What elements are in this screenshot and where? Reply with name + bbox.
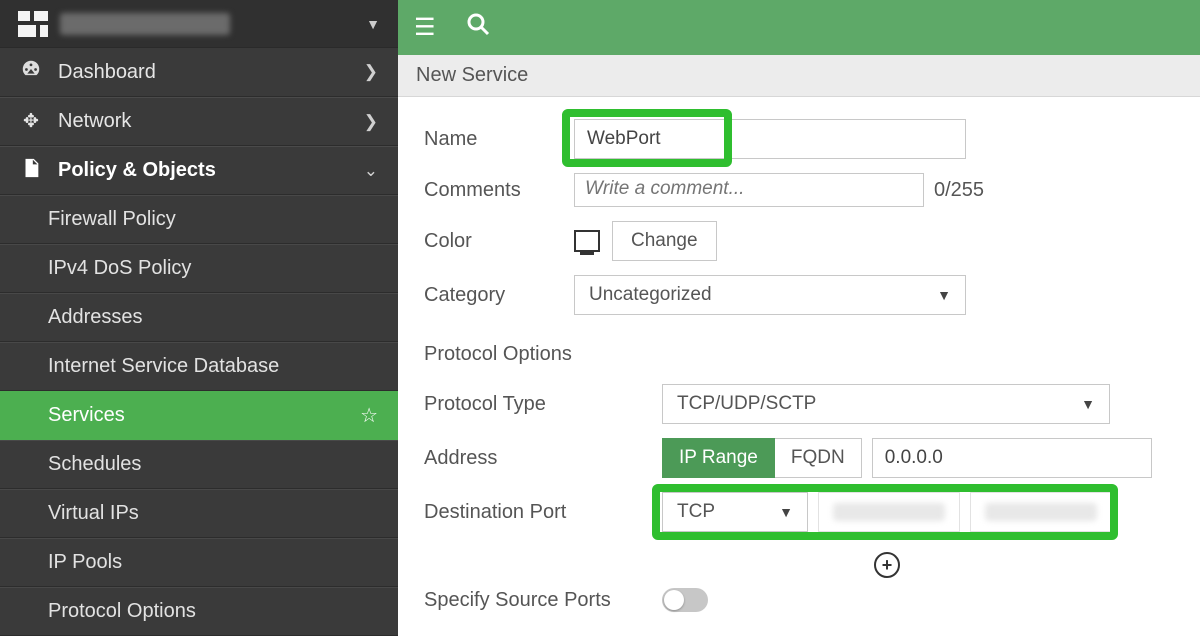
specify-source-label: Specify Source Ports — [424, 589, 662, 612]
sidebar: ▼ Dashboard ❯ ✥ Network ❯ Policy & Objec… — [0, 0, 398, 636]
move-icon: ✥ — [18, 110, 44, 133]
category-label: Category — [424, 284, 574, 307]
chevron-down-icon: ▼ — [1081, 396, 1095, 412]
topbar: ☰ — [398, 0, 1200, 55]
name-input[interactable] — [574, 119, 966, 159]
sidebar-item-label: Virtual IPs — [48, 502, 139, 525]
nav-dashboard[interactable]: Dashboard ❯ — [0, 48, 398, 97]
toggle-fqdn[interactable]: FQDN — [775, 438, 862, 478]
sidebar-item-label: IP Pools — [48, 551, 122, 574]
category-select[interactable]: Uncategorized ▼ — [574, 275, 966, 315]
chevron-right-icon: ❯ — [364, 112, 378, 132]
sidebar-item-services[interactable]: Services ☆ — [0, 391, 398, 440]
sidebar-item-virtual-ips[interactable]: Virtual IPs — [0, 489, 398, 538]
color-swatch-icon — [574, 230, 600, 252]
chevron-down-icon[interactable]: ▼ — [366, 16, 380, 32]
address-toggle: IP Range FQDN — [662, 438, 862, 478]
port-high-input[interactable] — [970, 492, 1112, 532]
main: ☰ New Service Name Comments 0/255 Color … — [398, 0, 1200, 636]
menu-icon[interactable]: ☰ — [414, 13, 436, 42]
protocol-section-title: Protocol Options — [424, 343, 1178, 366]
sidebar-item-label: Services — [48, 404, 125, 427]
page-title: New Service — [398, 55, 1200, 97]
hostname-blurred — [60, 13, 230, 35]
gauge-icon — [18, 58, 44, 86]
document-icon — [18, 157, 44, 185]
search-icon[interactable] — [466, 12, 490, 43]
sidebar-item-firewall-policy[interactable]: Firewall Policy — [0, 195, 398, 244]
nav-label: Network — [58, 110, 350, 133]
star-icon[interactable]: ☆ — [360, 403, 378, 428]
sidebar-item-ipv4-dos[interactable]: IPv4 DoS Policy — [0, 244, 398, 293]
nav-network[interactable]: ✥ Network ❯ — [0, 97, 398, 146]
destination-port-label: Destination Port — [424, 501, 662, 524]
toggle-ip-range[interactable]: IP Range — [662, 438, 775, 478]
change-color-button[interactable]: Change — [612, 221, 717, 261]
chevron-right-icon: ❯ — [364, 62, 378, 82]
ip-input[interactable] — [872, 438, 1152, 478]
sidebar-item-label: Protocol Options — [48, 600, 196, 623]
sidebar-nav: Dashboard ❯ ✥ Network ❯ Policy & Objects… — [0, 48, 398, 636]
chevron-down-icon: ⌄ — [364, 161, 378, 181]
sidebar-item-label: Addresses — [48, 306, 143, 329]
chevron-down-icon: ▼ — [779, 504, 793, 520]
sidebar-item-addresses[interactable]: Addresses — [0, 293, 398, 342]
protocol-type-select[interactable]: TCP/UDP/SCTP ▼ — [662, 384, 1110, 424]
color-label: Color — [424, 230, 574, 253]
nav-label: Dashboard — [58, 61, 350, 84]
port-low-input[interactable] — [818, 492, 960, 532]
sidebar-item-label: Schedules — [48, 453, 141, 476]
sidebar-item-ip-pools[interactable]: IP Pools — [0, 538, 398, 587]
destination-proto-value: TCP — [677, 501, 715, 523]
sidebar-item-protocol-options[interactable]: Protocol Options — [0, 587, 398, 636]
comments-input[interactable] — [574, 173, 924, 207]
name-label: Name — [424, 128, 574, 151]
protocol-type-value: TCP/UDP/SCTP — [677, 393, 816, 415]
destination-proto-select[interactable]: TCP ▼ — [662, 492, 808, 532]
sidebar-header[interactable]: ▼ — [0, 0, 398, 48]
firewall-logo-icon — [18, 11, 48, 37]
protocol-type-label: Protocol Type — [424, 393, 662, 416]
form: Name Comments 0/255 Color Change Categor… — [398, 97, 1200, 636]
sidebar-item-label: Firewall Policy — [48, 208, 176, 231]
sidebar-item-isdb[interactable]: Internet Service Database — [0, 342, 398, 391]
add-port-button[interactable]: + — [874, 552, 900, 578]
nav-policy-objects[interactable]: Policy & Objects ⌄ — [0, 146, 398, 195]
comments-label: Comments — [424, 179, 574, 202]
category-value: Uncategorized — [589, 284, 712, 306]
sidebar-item-label: IPv4 DoS Policy — [48, 257, 191, 280]
sidebar-item-label: Internet Service Database — [48, 355, 279, 378]
comments-counter: 0/255 — [934, 179, 984, 202]
chevron-down-icon: ▼ — [937, 287, 951, 303]
sidebar-item-schedules[interactable]: Schedules — [0, 440, 398, 489]
address-label: Address — [424, 447, 662, 470]
nav-label: Policy & Objects — [58, 159, 350, 182]
page-title-text: New Service — [416, 64, 528, 87]
specify-source-toggle[interactable] — [662, 588, 708, 612]
